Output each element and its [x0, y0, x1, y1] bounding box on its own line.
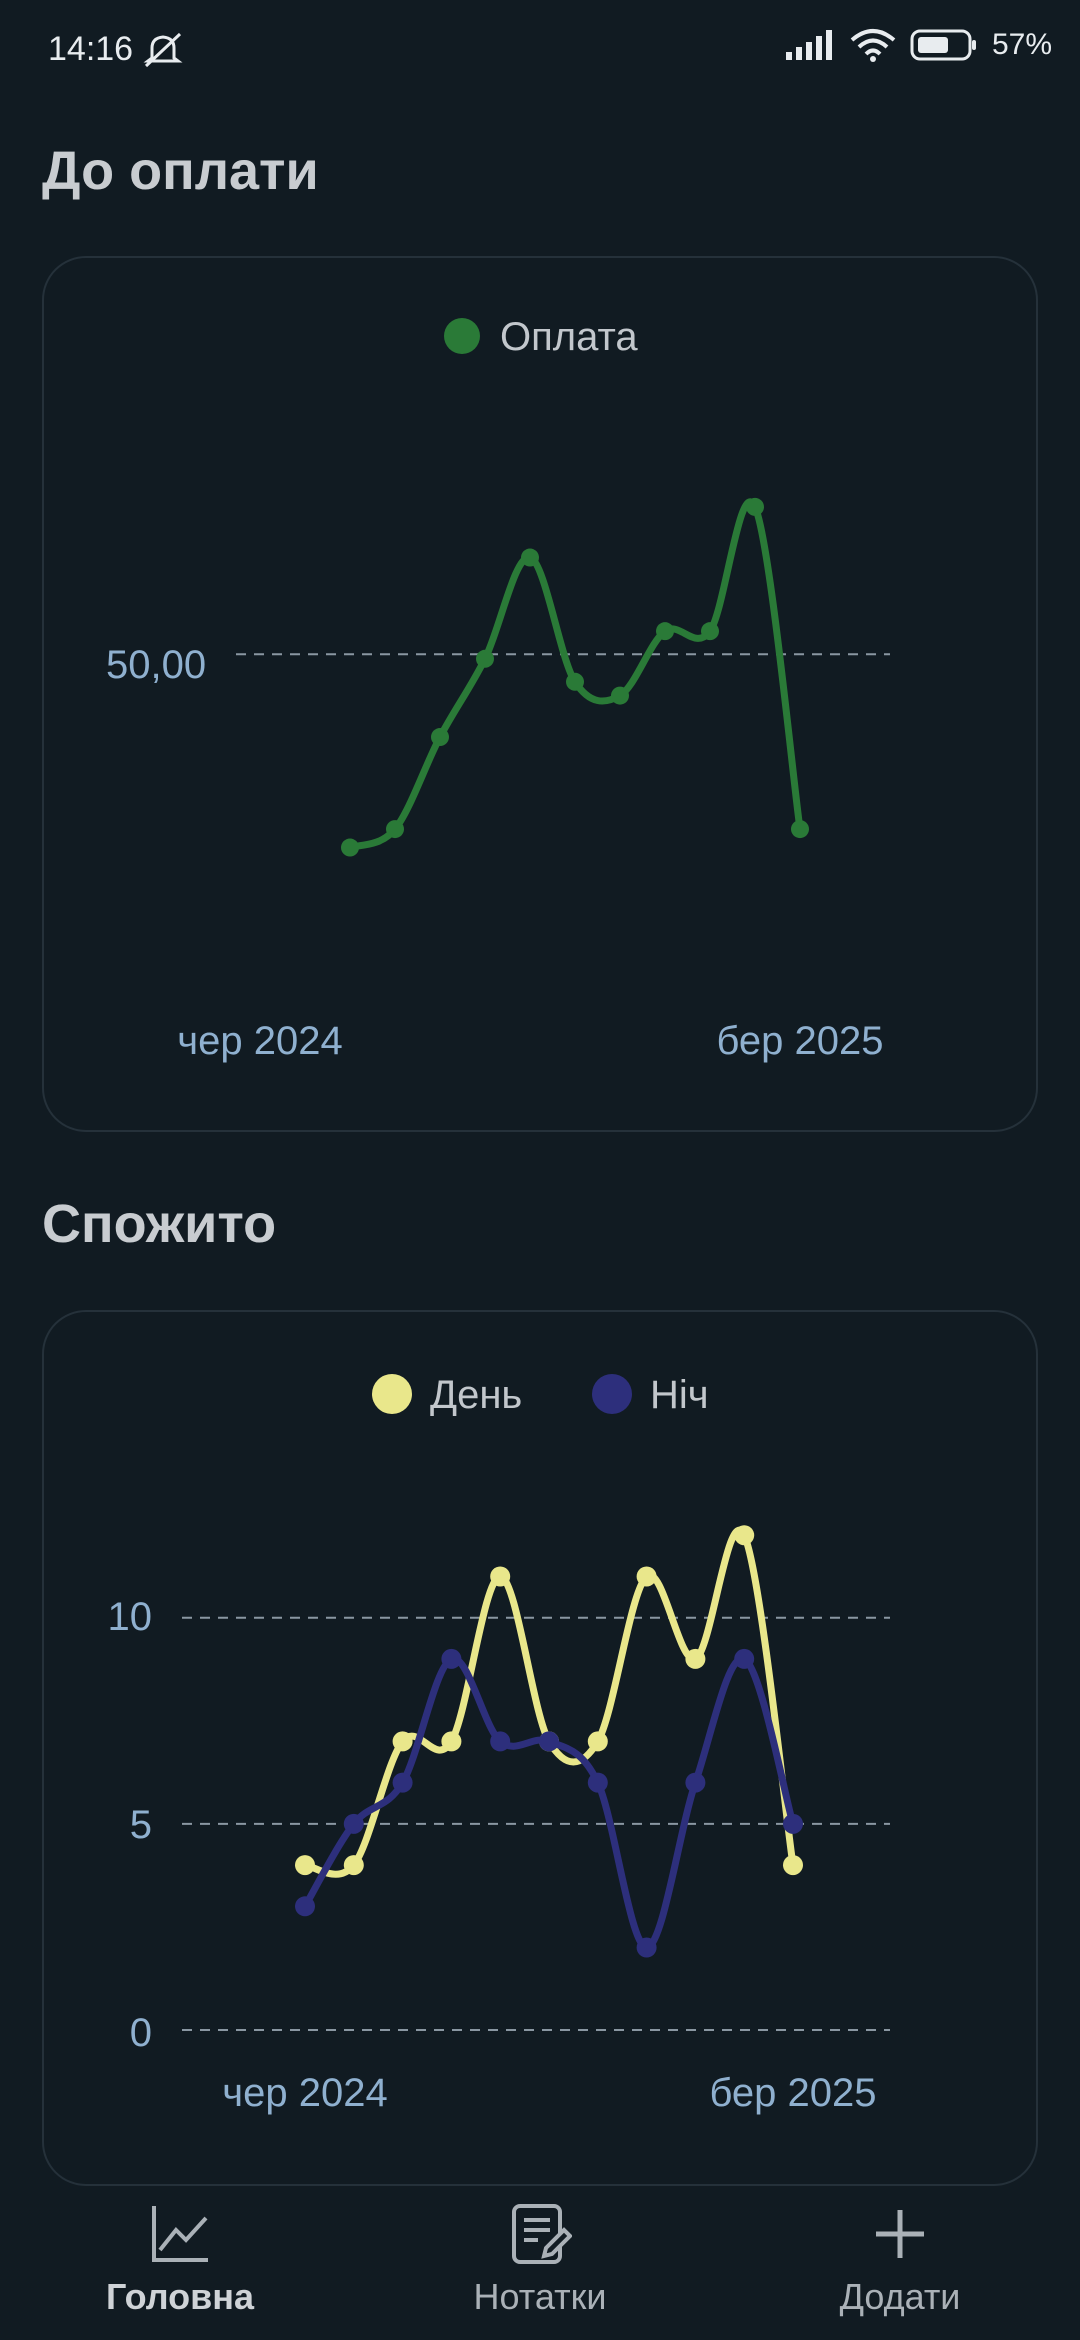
data-point — [386, 820, 404, 839]
plus-icon — [750, 2202, 1050, 2266]
data-point — [476, 649, 494, 668]
notes-icon — [390, 2202, 690, 2266]
bottom-navigation: Головна Нотатки Додати — [0, 2190, 1080, 2340]
mute-icon — [140, 30, 186, 70]
status-bar: 14:16 57% — [0, 0, 1080, 100]
data-point — [341, 838, 359, 857]
legend-label-night: Ніч — [650, 1373, 709, 1417]
nav-label-home: Головна — [106, 2276, 254, 2317]
battery-icon — [910, 29, 978, 61]
status-time: 14:16 — [48, 30, 134, 68]
data-point — [656, 622, 674, 641]
data-point — [490, 1566, 511, 1587]
x-tick-label: чер 2024 — [222, 2071, 387, 2115]
legend-marker-night — [592, 1374, 632, 1414]
data-point — [587, 1772, 608, 1793]
x-tick-label: чер 2024 — [177, 1019, 342, 1063]
chart-icon — [30, 2202, 330, 2266]
data-point — [295, 1896, 315, 1917]
y-tick-label: 10 — [108, 1595, 153, 1639]
nav-label-add: Додати — [839, 2276, 961, 2317]
data-point — [490, 1731, 511, 1752]
x-tick-label: бер 2025 — [716, 1019, 883, 1063]
data-point — [441, 1648, 462, 1669]
data-point — [539, 1731, 559, 1752]
battery-percent: 57% — [991, 28, 1052, 61]
data-point — [587, 1731, 608, 1752]
x-tick-label: бер 2025 — [709, 2071, 876, 2115]
data-point — [791, 820, 809, 839]
data-point — [734, 1648, 755, 1669]
wifi-icon — [850, 28, 896, 62]
consumed-chart: День Ніч 10 5 0 чер 2024 бер 2025 — [108, 1373, 890, 2115]
section-title-consumed: Спожито — [42, 1194, 277, 1254]
payment-chart-card: Оплата 50,00 чер 2024 бер 2025 — [42, 256, 1038, 1132]
data-point — [636, 1937, 657, 1958]
legend-marker-payment — [444, 318, 480, 354]
data-point — [701, 622, 719, 641]
data-point — [392, 1772, 413, 1793]
legend-label-payment: Оплата — [500, 315, 638, 359]
nav-item-notes[interactable]: Нотатки — [390, 2190, 690, 2318]
data-point — [685, 1648, 706, 1669]
data-point — [783, 1813, 803, 1834]
legend-label-day: День — [430, 1373, 522, 1417]
nav-item-add[interactable]: Додати — [750, 2190, 1050, 2318]
data-point — [343, 1855, 364, 1876]
legend-marker-day — [372, 1374, 412, 1414]
data-point — [392, 1731, 413, 1752]
signal-icon — [785, 30, 836, 60]
series-line-1 — [301, 1655, 797, 1952]
payment-chart: Оплата 50,00 чер 2024 бер 2025 — [106, 315, 890, 1063]
data-point — [295, 1855, 315, 1876]
data-point — [734, 1525, 755, 1546]
nav-item-home[interactable]: Головна — [30, 2190, 330, 2318]
data-point — [441, 1731, 462, 1752]
data-point — [566, 672, 584, 691]
data-point — [611, 686, 629, 705]
y-tick-label: 50,00 — [106, 643, 206, 687]
data-point — [685, 1772, 706, 1793]
data-point — [746, 497, 764, 516]
y-tick-label: 0 — [130, 2011, 152, 2055]
section-title-payment: До оплати — [42, 141, 319, 201]
data-point — [521, 548, 539, 567]
data-point — [636, 1566, 657, 1587]
data-point — [783, 1855, 803, 1876]
consumed-chart-card: День Ніч 10 5 0 чер 2024 бер 2025 — [42, 1310, 1038, 2186]
nav-label-notes: Нотатки — [473, 2276, 607, 2317]
y-tick-label: 5 — [130, 1803, 152, 1847]
data-point — [431, 728, 449, 747]
data-point — [343, 1813, 364, 1834]
